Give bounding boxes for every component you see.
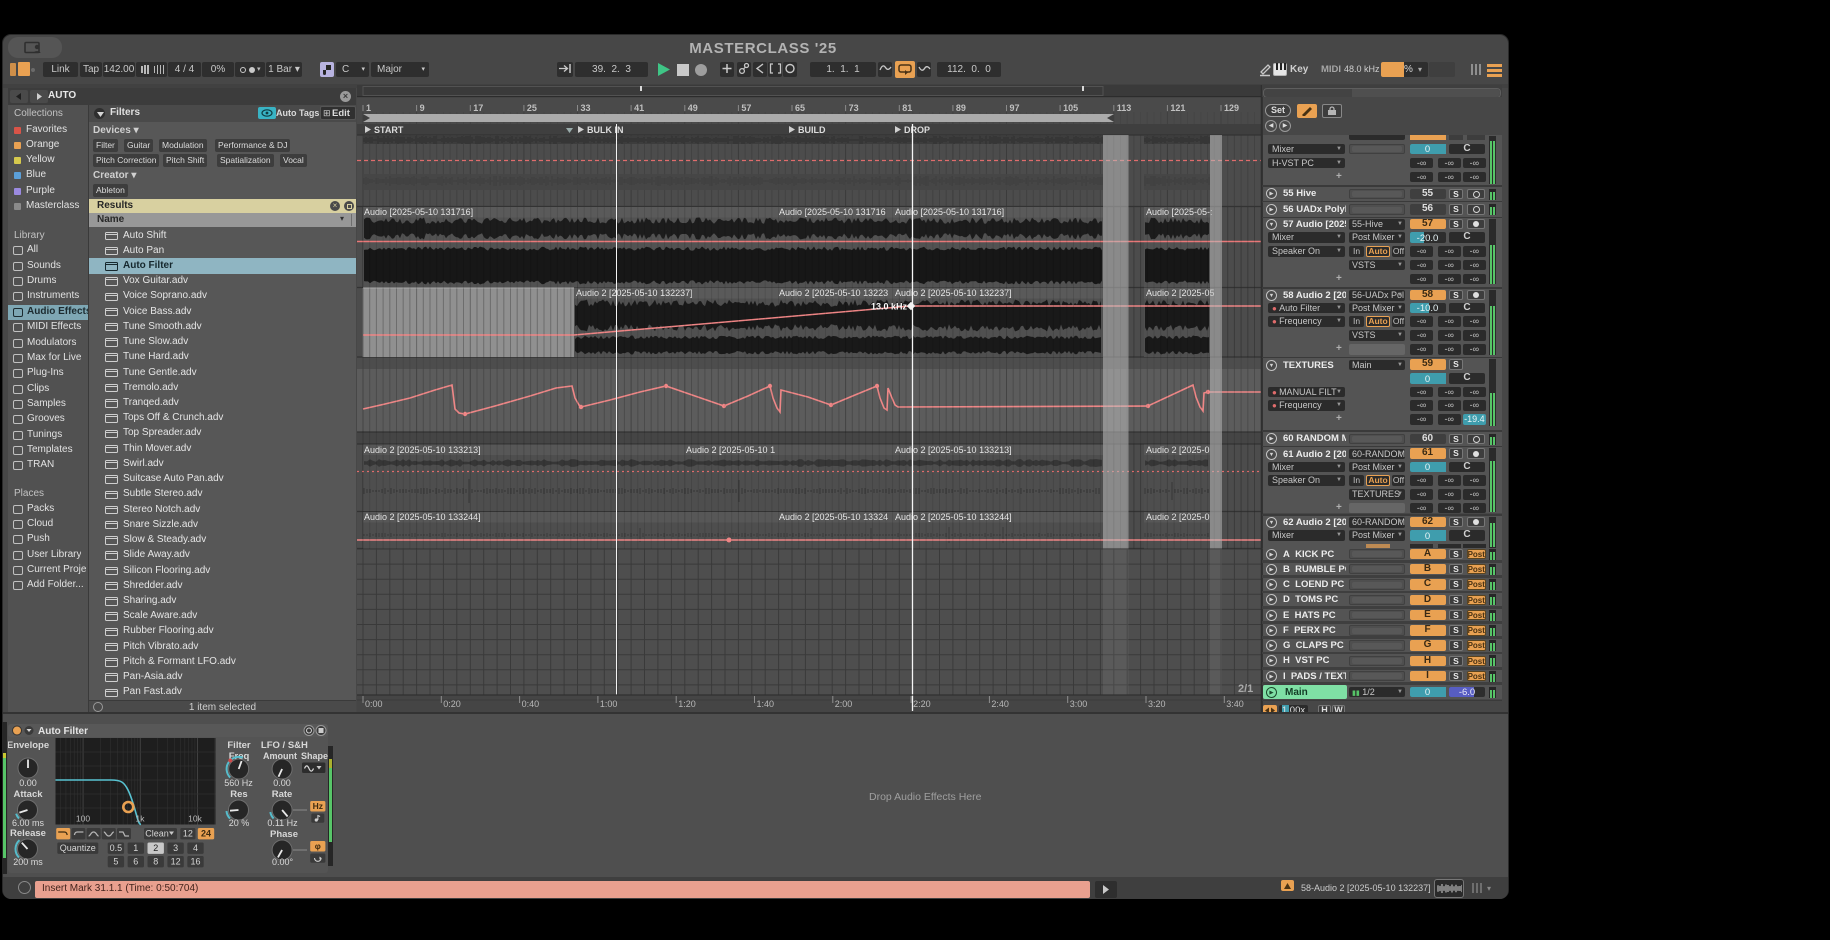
svg-text:Quantize: Quantize xyxy=(60,843,96,853)
svg-text:33: 33 xyxy=(581,103,591,113)
svg-text:3: 3 xyxy=(173,843,178,853)
svg-text:0.11 Hz: 0.11 Hz xyxy=(267,818,298,828)
svg-text:0.5: 0.5 xyxy=(110,843,123,853)
svg-text:16: 16 xyxy=(190,857,200,867)
svg-text:12: 12 xyxy=(183,829,193,839)
svg-text:3:40: 3:40 xyxy=(1226,699,1244,709)
svg-text:0.00: 0.00 xyxy=(273,778,291,788)
svg-text:0:40: 0:40 xyxy=(522,699,540,709)
svg-text:Audio 2 [2025-05-10 13223: Audio 2 [2025-05-10 13223 xyxy=(779,288,888,298)
svg-text:1:20: 1:20 xyxy=(678,699,696,709)
svg-text:Audio 2 [2025-05-10 132237]: Audio 2 [2025-05-10 132237] xyxy=(576,288,693,298)
svg-text:2:40: 2:40 xyxy=(991,699,1009,709)
svg-text:1:00: 1:00 xyxy=(600,699,618,709)
svg-text:200 ms: 200 ms xyxy=(13,857,43,867)
svg-text:Phase: Phase xyxy=(270,829,298,840)
svg-text:81: 81 xyxy=(902,103,912,113)
svg-text:Audio 2 [2025-05: Audio 2 [2025-05 xyxy=(1146,288,1215,298)
svg-text:Attack: Attack xyxy=(13,789,43,800)
svg-text:Filter: Filter xyxy=(227,740,251,751)
svg-text:12: 12 xyxy=(171,857,181,867)
svg-text:Release: Release xyxy=(10,828,46,839)
svg-text:Audio [2025-05-:: Audio [2025-05-: xyxy=(1146,207,1213,217)
svg-text:20 %: 20 % xyxy=(229,818,250,828)
svg-text:Envelope: Envelope xyxy=(8,740,49,751)
svg-text:Clean: Clean xyxy=(145,829,169,839)
svg-text:Audio 2 [2025-0: Audio 2 [2025-0 xyxy=(1146,445,1210,455)
svg-text:10k: 10k xyxy=(188,814,202,824)
svg-text:Audio [2025-05-10 131716]: Audio [2025-05-10 131716] xyxy=(895,207,1004,217)
svg-text:6: 6 xyxy=(133,857,138,867)
svg-text:BUILD: BUILD xyxy=(798,125,826,135)
svg-text:2: 2 xyxy=(153,843,158,853)
svg-text:Audio 2 [2025-05-10 13324: Audio 2 [2025-05-10 13324 xyxy=(779,512,888,522)
svg-text:2:00: 2:00 xyxy=(835,699,853,709)
svg-text:Auto Filter: Auto Filter xyxy=(38,726,88,737)
svg-text:3:20: 3:20 xyxy=(1148,699,1166,709)
svg-text:BULK IN: BULK IN xyxy=(587,125,624,135)
svg-text:24: 24 xyxy=(201,829,211,839)
svg-text:LFO / S&H: LFO / S&H xyxy=(261,740,308,751)
svg-text:0:20: 0:20 xyxy=(443,699,461,709)
svg-text:5: 5 xyxy=(113,857,118,867)
svg-text:2/1: 2/1 xyxy=(1238,683,1253,695)
svg-text:89: 89 xyxy=(956,103,966,113)
svg-text:9: 9 xyxy=(420,103,425,113)
svg-text:57: 57 xyxy=(741,103,751,113)
svg-text:Audio 2 [2025-05-10 1: Audio 2 [2025-05-10 1 xyxy=(686,445,775,455)
svg-text:65: 65 xyxy=(795,103,805,113)
svg-text:0.00°: 0.00° xyxy=(272,857,294,867)
svg-text:Shape: Shape xyxy=(301,751,328,761)
svg-text:25: 25 xyxy=(527,103,537,113)
svg-text:2:20: 2:20 xyxy=(913,699,931,709)
svg-text:Rate: Rate xyxy=(272,789,293,800)
svg-text:1k: 1k xyxy=(136,814,146,824)
svg-text:129: 129 xyxy=(1224,103,1239,113)
svg-text:121: 121 xyxy=(1170,103,1185,113)
svg-text:8: 8 xyxy=(153,857,158,867)
svg-text:100: 100 xyxy=(76,814,90,824)
svg-text:49: 49 xyxy=(688,103,698,113)
svg-text:0.00: 0.00 xyxy=(19,778,37,788)
svg-text:97: 97 xyxy=(1010,103,1020,113)
svg-text:41: 41 xyxy=(634,103,644,113)
svg-text:Audio 2 [2025-0: Audio 2 [2025-0 xyxy=(1146,512,1210,522)
svg-text:0:00: 0:00 xyxy=(365,699,383,709)
svg-text:1: 1 xyxy=(366,103,371,113)
svg-text:3:00: 3:00 xyxy=(1070,699,1088,709)
svg-text:φ: φ xyxy=(315,841,321,851)
svg-text:Hz: Hz xyxy=(313,801,323,811)
svg-text:1: 1 xyxy=(133,843,138,853)
svg-text:6.00 ms: 6.00 ms xyxy=(12,818,45,828)
svg-text:START: START xyxy=(374,125,404,135)
svg-text:560 Hz: 560 Hz xyxy=(224,778,253,788)
svg-text:DROP: DROP xyxy=(904,125,930,135)
svg-text:17: 17 xyxy=(473,103,483,113)
svg-text:113: 113 xyxy=(1117,103,1132,113)
svg-text:73: 73 xyxy=(849,103,859,113)
svg-text:4: 4 xyxy=(193,843,198,853)
svg-text:1:40: 1:40 xyxy=(757,699,775,709)
svg-text:105: 105 xyxy=(1063,103,1078,113)
svg-text:Res: Res xyxy=(230,789,247,800)
svg-text:13.0 kHz: 13.0 kHz xyxy=(871,302,908,312)
